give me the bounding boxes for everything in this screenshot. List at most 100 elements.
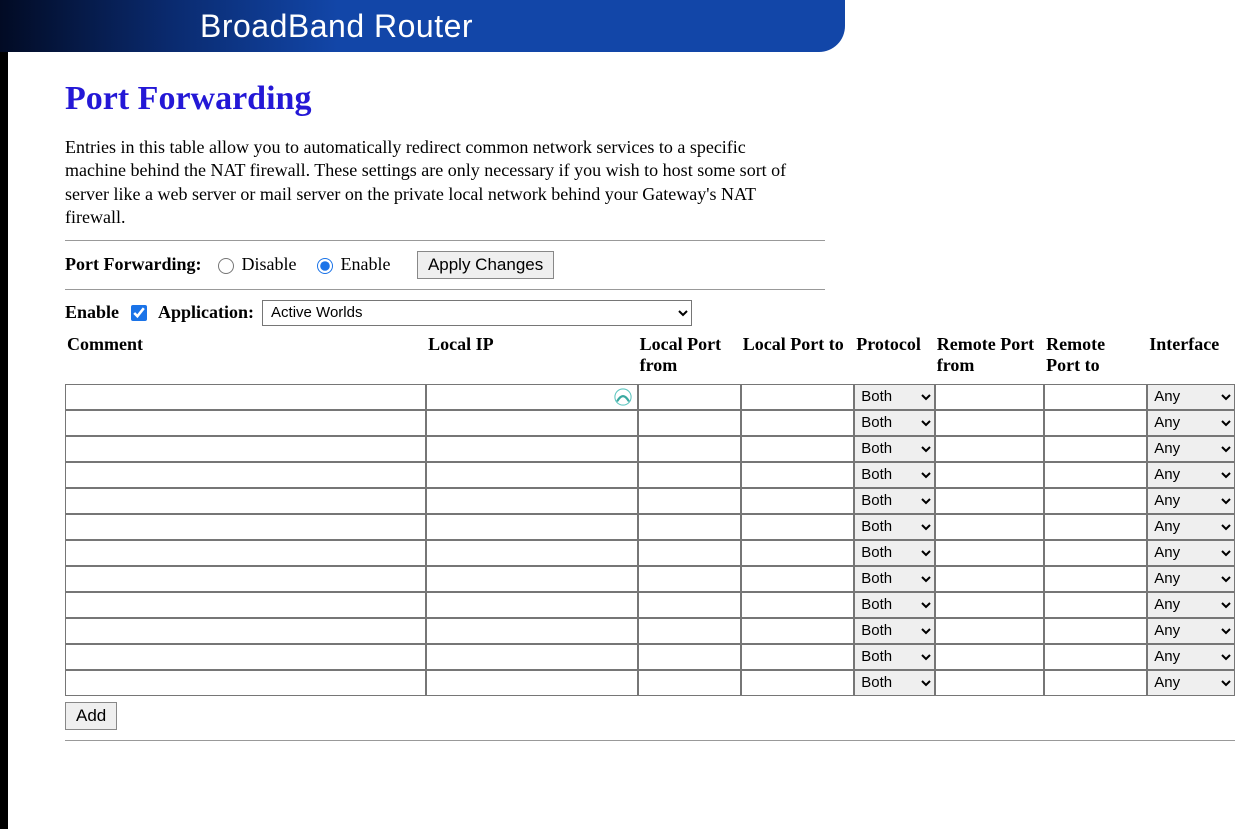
apply-changes-button[interactable]: Apply Changes — [417, 251, 554, 279]
remote-port-to-input[interactable] — [1044, 618, 1147, 644]
local-ip-input[interactable] — [426, 644, 638, 670]
protocol-select[interactable]: Both — [854, 644, 934, 670]
local-port-to-input[interactable] — [741, 436, 854, 462]
local-port-from-input[interactable] — [638, 410, 741, 436]
local-ip-input[interactable] — [426, 540, 638, 566]
protocol-select[interactable]: Both — [854, 670, 934, 696]
interface-select[interactable]: Any — [1147, 384, 1235, 410]
local-ip-input[interactable] — [426, 670, 638, 696]
protocol-select[interactable]: Both — [854, 592, 934, 618]
interface-select[interactable]: Any — [1147, 670, 1235, 696]
local-port-to-input[interactable] — [741, 592, 854, 618]
local-port-from-input[interactable] — [638, 384, 741, 410]
protocol-select[interactable]: Both — [854, 618, 934, 644]
enable-checkbox[interactable] — [131, 305, 147, 321]
remote-port-from-input[interactable] — [935, 618, 1044, 644]
remote-port-to-input[interactable] — [1044, 436, 1147, 462]
local-port-to-input[interactable] — [741, 410, 854, 436]
remote-port-from-input[interactable] — [935, 436, 1044, 462]
local-port-from-input[interactable] — [638, 592, 741, 618]
protocol-select[interactable]: Both — [854, 384, 934, 410]
interface-select[interactable]: Any — [1147, 436, 1235, 462]
local-port-from-input[interactable] — [638, 436, 741, 462]
remote-port-from-input[interactable] — [935, 384, 1044, 410]
local-port-from-input[interactable] — [638, 644, 741, 670]
protocol-select[interactable]: Both — [854, 462, 934, 488]
interface-select[interactable]: Any — [1147, 540, 1235, 566]
protocol-select[interactable]: Both — [854, 514, 934, 540]
comment-input[interactable] — [65, 410, 426, 436]
interface-select[interactable]: Any — [1147, 592, 1235, 618]
interface-select[interactable]: Any — [1147, 514, 1235, 540]
remote-port-from-input[interactable] — [935, 566, 1044, 592]
remote-port-to-input[interactable] — [1044, 592, 1147, 618]
interface-select[interactable]: Any — [1147, 566, 1235, 592]
comment-input[interactable] — [65, 618, 426, 644]
application-select[interactable]: Active Worlds — [262, 300, 692, 326]
remote-port-from-input[interactable] — [935, 670, 1044, 696]
pf-enable-label-wrap[interactable]: Enable — [312, 254, 390, 275]
remote-port-to-input[interactable] — [1044, 670, 1147, 696]
comment-input[interactable] — [65, 540, 426, 566]
local-port-to-input[interactable] — [741, 462, 854, 488]
comment-input[interactable] — [65, 488, 426, 514]
interface-select[interactable]: Any — [1147, 618, 1235, 644]
remote-port-from-input[interactable] — [935, 540, 1044, 566]
interface-select[interactable]: Any — [1147, 410, 1235, 436]
protocol-select[interactable]: Both — [854, 436, 934, 462]
comment-input[interactable] — [65, 514, 426, 540]
local-port-to-input[interactable] — [741, 384, 854, 410]
local-port-from-input[interactable] — [638, 618, 741, 644]
local-port-from-input[interactable] — [638, 566, 741, 592]
remote-port-from-input[interactable] — [935, 462, 1044, 488]
remote-port-to-input[interactable] — [1044, 410, 1147, 436]
local-ip-input[interactable] — [426, 410, 638, 436]
local-port-to-input[interactable] — [741, 540, 854, 566]
remote-port-from-input[interactable] — [935, 410, 1044, 436]
local-port-to-input[interactable] — [741, 644, 854, 670]
remote-port-to-input[interactable] — [1044, 566, 1147, 592]
protocol-select[interactable]: Both — [854, 566, 934, 592]
comment-input[interactable] — [65, 670, 426, 696]
local-ip-input[interactable] — [426, 592, 638, 618]
pf-disable-label-wrap[interactable]: Disable — [213, 254, 296, 275]
comment-input[interactable] — [65, 384, 426, 410]
local-port-to-input[interactable] — [741, 514, 854, 540]
comment-input[interactable] — [65, 644, 426, 670]
interface-select[interactable]: Any — [1147, 644, 1235, 670]
comment-input[interactable] — [65, 592, 426, 618]
interface-select[interactable]: Any — [1147, 488, 1235, 514]
comment-input[interactable] — [65, 462, 426, 488]
local-ip-input[interactable] — [426, 462, 638, 488]
remote-port-to-input[interactable] — [1044, 462, 1147, 488]
local-port-from-input[interactable] — [638, 488, 741, 514]
local-ip-input[interactable] — [426, 618, 638, 644]
interface-select[interactable]: Any — [1147, 462, 1235, 488]
remote-port-to-input[interactable] — [1044, 384, 1147, 410]
local-port-to-input[interactable] — [741, 670, 854, 696]
local-ip-input[interactable] — [426, 514, 638, 540]
remote-port-to-input[interactable] — [1044, 540, 1147, 566]
local-ip-input[interactable] — [426, 488, 638, 514]
remote-port-from-input[interactable] — [935, 592, 1044, 618]
local-port-to-input[interactable] — [741, 566, 854, 592]
enable-radio[interactable] — [317, 258, 333, 274]
local-port-to-input[interactable] — [741, 618, 854, 644]
remote-port-to-input[interactable] — [1044, 488, 1147, 514]
remote-port-from-input[interactable] — [935, 644, 1044, 670]
comment-input[interactable] — [65, 436, 426, 462]
add-button[interactable]: Add — [65, 702, 117, 730]
remote-port-to-input[interactable] — [1044, 644, 1147, 670]
remote-port-from-input[interactable] — [935, 514, 1044, 540]
comment-input[interactable] — [65, 566, 426, 592]
protocol-select[interactable]: Both — [854, 410, 934, 436]
local-ip-input[interactable] — [426, 566, 638, 592]
local-ip-input[interactable] — [426, 384, 638, 410]
local-port-from-input[interactable] — [638, 670, 741, 696]
disable-radio[interactable] — [218, 258, 234, 274]
protocol-select[interactable]: Both — [854, 488, 934, 514]
local-port-from-input[interactable] — [638, 514, 741, 540]
remote-port-to-input[interactable] — [1044, 514, 1147, 540]
local-ip-input[interactable] — [426, 436, 638, 462]
protocol-select[interactable]: Both — [854, 540, 934, 566]
